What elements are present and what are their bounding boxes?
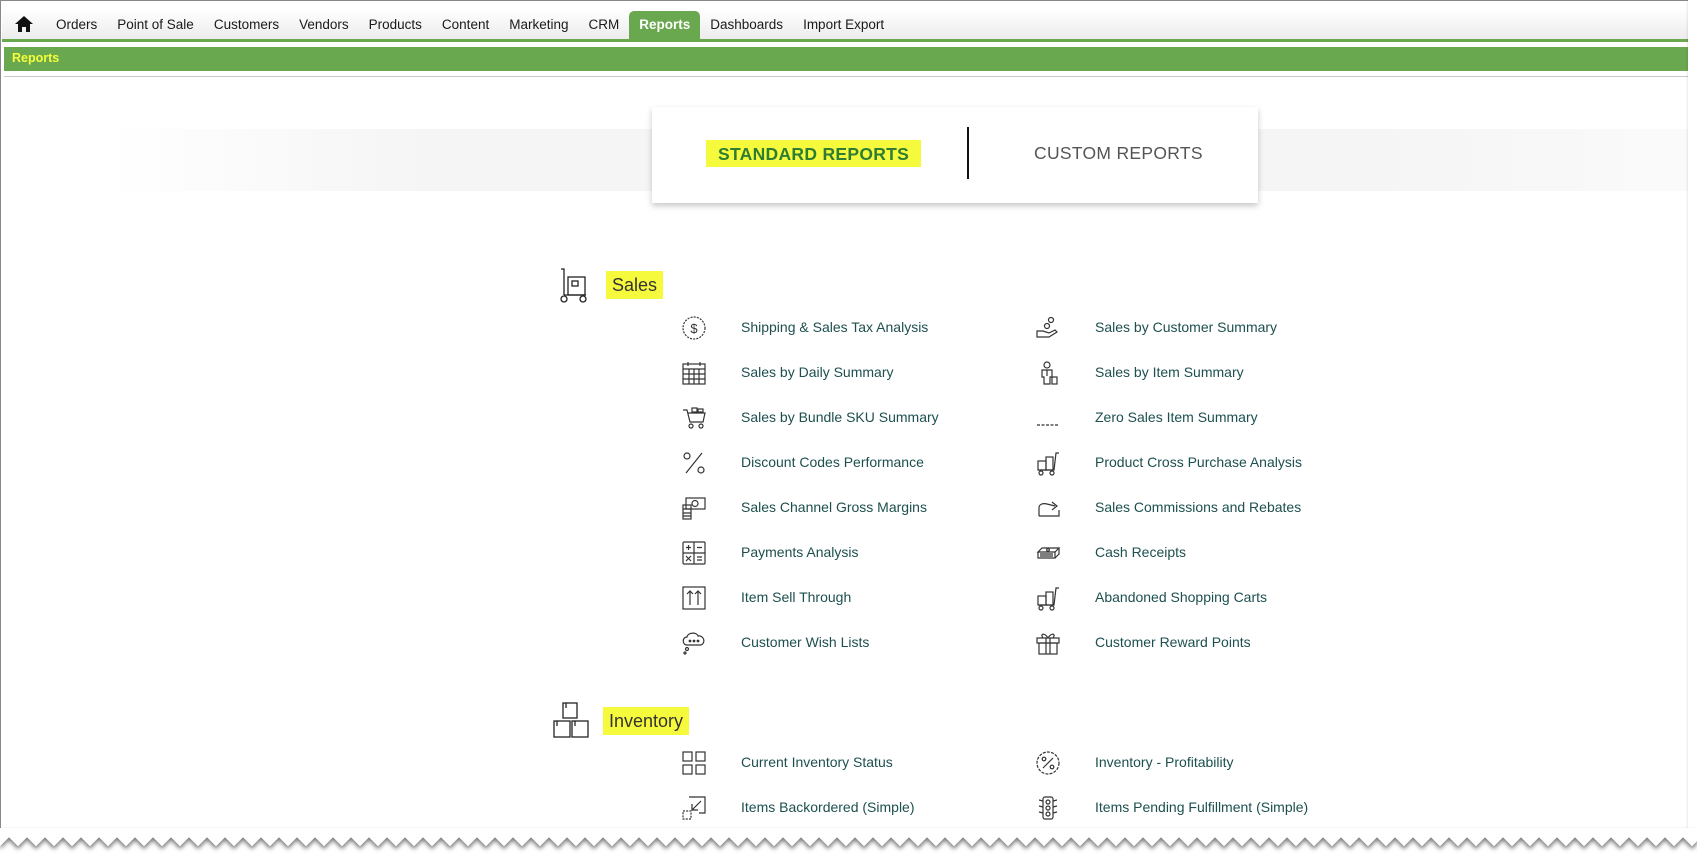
cart-boxes-icon <box>1033 583 1063 613</box>
report-link[interactable]: Sales Channel Gross Margins <box>679 493 927 523</box>
report-link[interactable]: Cash Receipts <box>1033 538 1186 568</box>
svg-text:$: $ <box>690 321 698 336</box>
shrink-arrow-icon <box>679 793 709 823</box>
report-link[interactable]: Payments Analysis <box>679 538 859 568</box>
report-label[interactable]: Cash Receipts <box>1095 544 1186 560</box>
report-label[interactable]: Zero Sales Item Summary <box>1095 409 1258 425</box>
percent-icon <box>679 448 709 478</box>
report-label[interactable]: Sales by Daily Summary <box>741 364 894 380</box>
report-link[interactable]: Current Inventory Status <box>679 748 893 778</box>
report-label[interactable]: Sales Channel Gross Margins <box>741 499 927 515</box>
report-label[interactable]: Discount Codes Performance <box>741 454 924 470</box>
hand-coins-icon <box>1033 313 1063 343</box>
percent-badge-icon <box>1033 748 1063 778</box>
report-label[interactable]: Items Pending Fulfillment (Simple) <box>1095 799 1308 815</box>
home-icon <box>15 16 33 32</box>
cash-stack-icon <box>679 493 709 523</box>
report-label[interactable]: Current Inventory Status <box>741 754 893 770</box>
report-label[interactable]: Payments Analysis <box>741 544 859 560</box>
report-link[interactable]: Items Backordered (Simple) <box>679 793 915 823</box>
app-window: Orders Point of Sale Customers Vendors P… <box>0 0 1691 831</box>
calendar-icon <box>679 358 709 388</box>
torn-edge-right <box>1688 0 1697 840</box>
report-label[interactable]: Sales Commissions and Rebates <box>1095 499 1301 515</box>
grid-icon <box>679 748 709 778</box>
report-link[interactable]: Customer Wish Lists <box>679 628 869 658</box>
report-type-tabs: STANDARD REPORTS CUSTOM REPORTS <box>652 107 1258 203</box>
cart-boxes-icon <box>1033 448 1063 478</box>
report-link[interactable]: Items Pending Fulfillment (Simple) <box>1033 793 1308 823</box>
report-label[interactable]: Shipping & Sales Tax Analysis <box>741 319 928 335</box>
report-link[interactable]: $ Shipping & Sales Tax Analysis <box>679 313 928 343</box>
stacked-boxes-icon <box>552 701 590 739</box>
report-label[interactable]: Inventory - Profitability <box>1095 754 1234 770</box>
report-label[interactable]: Customer Reward Points <box>1095 634 1251 650</box>
nav-crm[interactable]: CRM <box>579 11 630 39</box>
nav-orders[interactable]: Orders <box>46 11 107 39</box>
report-link[interactable]: Customer Reward Points <box>1033 628 1251 658</box>
divider <box>4 76 1690 77</box>
nav-vendors[interactable]: Vendors <box>289 11 359 39</box>
report-label[interactable]: Items Backordered (Simple) <box>741 799 915 815</box>
nav-reports[interactable]: Reports <box>629 11 701 39</box>
nav-home[interactable] <box>2 9 46 39</box>
thought-bubble-icon <box>679 628 709 658</box>
report-link[interactable]: Sales by Daily Summary <box>679 358 894 388</box>
shopping-cart-icon <box>679 403 709 433</box>
nav-customers[interactable]: Customers <box>204 11 289 39</box>
report-label[interactable]: Customer Wish Lists <box>741 634 869 650</box>
report-link[interactable]: Abandoned Shopping Carts <box>1033 583 1267 613</box>
report-label[interactable]: Item Sell Through <box>741 589 851 605</box>
report-link[interactable]: Sales by Customer Summary <box>1033 313 1277 343</box>
dashes-icon <box>1033 403 1063 433</box>
report-label[interactable]: Product Cross Purchase Analysis <box>1095 454 1302 470</box>
person-icon <box>1033 358 1063 388</box>
calculator-icon <box>679 538 709 568</box>
breadcrumb-bar: Reports <box>4 47 1690 71</box>
traffic-light-icon <box>1033 793 1063 823</box>
nav-marketing[interactable]: Marketing <box>499 11 578 39</box>
report-link[interactable]: Discount Codes Performance <box>679 448 924 478</box>
nav-import-export[interactable]: Import Export <box>793 11 894 39</box>
tab-divider <box>967 127 969 179</box>
hand-truck-icon <box>558 267 588 303</box>
report-label[interactable]: Abandoned Shopping Carts <box>1095 589 1267 605</box>
report-label[interactable]: Sales by Bundle SKU Summary <box>741 409 939 425</box>
nav-point-of-sale[interactable]: Point of Sale <box>107 11 204 39</box>
dollar-coin-icon: $ <box>679 313 709 343</box>
breadcrumb[interactable]: Reports <box>12 51 59 65</box>
report-label[interactable]: Sales by Customer Summary <box>1095 319 1277 335</box>
report-link[interactable]: Sales Commissions and Rebates <box>1033 493 1301 523</box>
gift-icon <box>1033 628 1063 658</box>
report-link[interactable]: Item Sell Through <box>679 583 851 613</box>
report-link[interactable]: Sales by Item Summary <box>1033 358 1244 388</box>
report-link[interactable]: Sales by Bundle SKU Summary <box>679 403 939 433</box>
section-title-sales: Sales <box>606 271 664 299</box>
report-link[interactable]: Zero Sales Item Summary <box>1033 403 1258 433</box>
tab-custom-reports[interactable]: CUSTOM REPORTS <box>1034 143 1203 164</box>
top-navigation: Orders Point of Sale Customers Vendors P… <box>2 9 1690 42</box>
nav-dashboards[interactable]: Dashboards <box>700 11 793 39</box>
report-link[interactable]: Product Cross Purchase Analysis <box>1033 448 1302 478</box>
nav-content[interactable]: Content <box>432 11 499 39</box>
money-stack-icon <box>1033 538 1063 568</box>
report-label[interactable]: Sales by Item Summary <box>1095 364 1244 380</box>
up-arrows-box-icon <box>679 583 709 613</box>
section-title-inventory: Inventory <box>603 707 690 735</box>
nav-products[interactable]: Products <box>359 11 432 39</box>
return-arrow-icon <box>1033 493 1063 523</box>
report-link[interactable]: Inventory - Profitability <box>1033 748 1234 778</box>
tab-standard-reports[interactable]: STANDARD REPORTS <box>706 140 922 167</box>
torn-edge-bottom <box>0 828 1697 855</box>
